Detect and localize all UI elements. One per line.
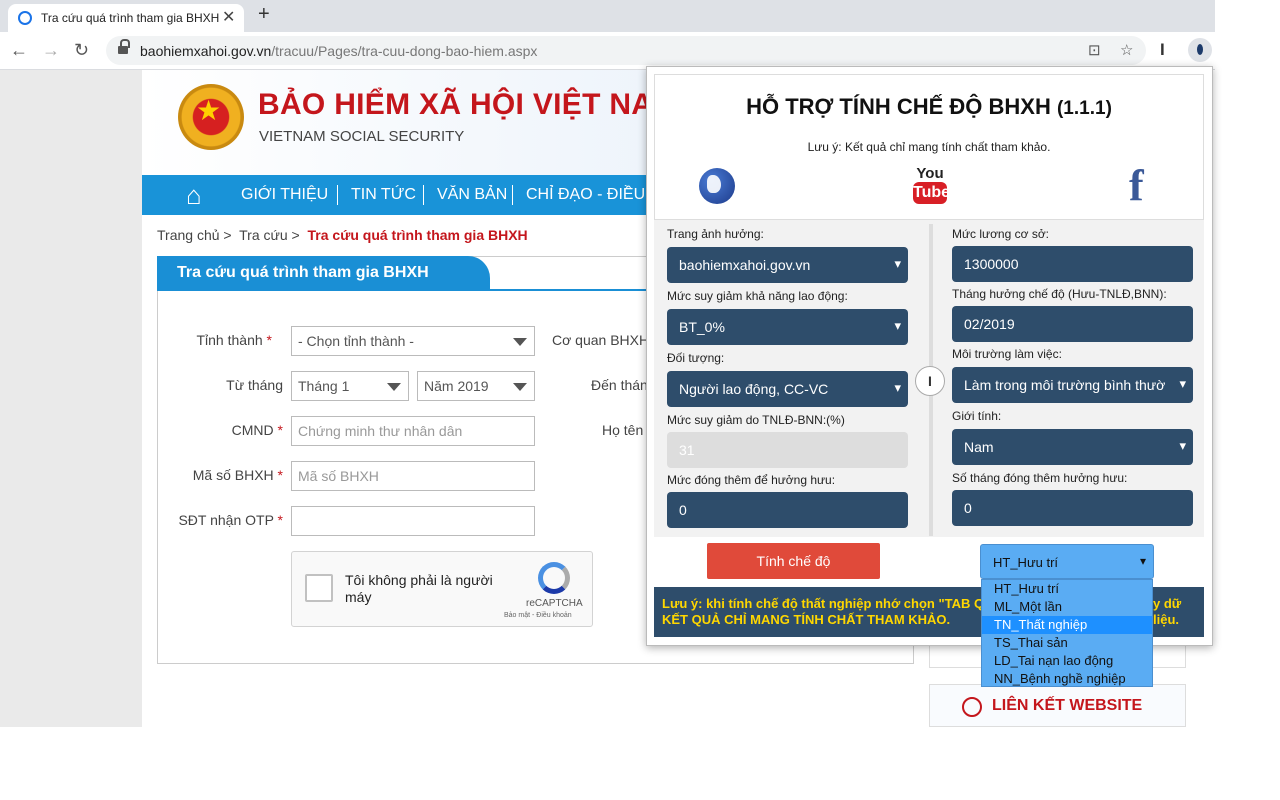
menu-separator (512, 185, 513, 205)
to-month-label: Đến thán (591, 377, 648, 393)
youtube-icon[interactable]: You Tube (913, 166, 950, 206)
captcha-checkbox[interactable] (305, 574, 333, 602)
field-label: Tháng hưởng chế độ (Hưu-TNLĐ,BNN): (952, 287, 1167, 301)
menu-item-chi-dao[interactable]: CHỈ ĐẠO - ĐIỀU H (526, 186, 661, 204)
new-tab-button[interactable]: + (258, 3, 270, 26)
site-subtitle: VIETNAM SOCIAL SECURITY (259, 128, 465, 145)
from-year-select[interactable]: Năm 2019 (417, 371, 535, 401)
home-icon[interactable]: ⌂ (186, 180, 202, 211)
name-label: Họ tên (602, 422, 644, 438)
menu-item-gioi-thieu[interactable]: GIỚI THIỆU (241, 186, 328, 204)
work-environment-select[interactable]: Làm trong môi trường bình thườ (952, 367, 1193, 403)
lock-icon[interactable] (118, 39, 130, 55)
url-path: /tracuu/Pages/tra-cuu-dong-bao-hiem.aspx (271, 43, 538, 59)
province-value: - Chọn tỉnh thành - (298, 333, 414, 349)
extension-profile-icon[interactable] (1188, 38, 1212, 62)
panel-title: Tra cứu quá trình tham gia BHXH (157, 256, 490, 290)
browser-tab[interactable]: Tra cứu quá trình tham gia BHXH ✕ (8, 4, 244, 32)
from-month-label: Từ tháng (226, 377, 283, 393)
field-label: Mức lương cơ sở: (952, 227, 1050, 241)
menu-separator (337, 185, 338, 205)
field-label: Trang ảnh hưởng: (667, 227, 764, 241)
captcha-text: Tôi không phải là người máy (345, 572, 493, 605)
bhxh-placeholder: Mã số BHXH (298, 468, 379, 484)
recaptcha-privacy[interactable]: Bảo mật - Điều khoản (504, 612, 572, 619)
translate-icon[interactable]: ⊡ (1088, 41, 1101, 59)
from-month-value: Tháng 1 (298, 378, 350, 394)
mode-option[interactable]: HT_Hưu trí (982, 580, 1152, 598)
facebook-icon[interactable]: f (1129, 164, 1144, 208)
mode-option[interactable]: ML_Một lần (982, 598, 1152, 616)
swap-icon[interactable]: I (915, 366, 945, 396)
province-label: Tỉnh thành * (196, 332, 272, 348)
popup-version: (1.1.1) (1056, 98, 1112, 119)
national-emblem-icon (178, 84, 244, 150)
site-title: BẢO HIỂM XÃ HỘI VIỆT NAM (258, 88, 679, 121)
mode-option-highlighted[interactable]: TN_Thất nghiệp (982, 616, 1152, 634)
menu-separator (423, 185, 424, 205)
popup-title: HỖ TRỢ TÍNH CHẾ ĐỘ BHXH (1.1.1) (746, 94, 1112, 119)
bhxh-input[interactable]: Mã số BHXH (291, 461, 535, 491)
field-label: Mức đóng thêm để hưởng hưu: (667, 473, 836, 487)
breadcrumb: Trang chủ > Tra cứu > Tra cứu quá trình … (157, 227, 528, 243)
reload-icon[interactable]: ↻ (74, 40, 89, 61)
extra-months-input[interactable]: 0 (952, 490, 1193, 526)
breadcrumb-current: Tra cứu quá trình tham gia BHXH (307, 227, 528, 243)
address-bar[interactable]: baohiemxahoi.gov.vn/tracuu/Pages/tra-cuu… (106, 36, 1146, 65)
bottom-note-line1: Lưu ý: khi tính chế độ thất nghiệp nhớ c… (662, 596, 1003, 611)
bottom-note-line1-end: y dữ liệu. (1153, 596, 1182, 627)
id-input[interactable]: Chứng minh thư nhân dân (291, 416, 535, 446)
calculate-button[interactable]: Tính chế độ (707, 543, 880, 579)
from-year-value: Năm 2019 (424, 378, 489, 394)
base-salary-input[interactable]: 1300000 (952, 246, 1193, 282)
globe-icon[interactable] (699, 168, 735, 204)
field-label: Mức suy giảm khả năng lao động: (667, 289, 848, 303)
field-label: Số tháng đóng thêm hưởng hưu: (952, 471, 1128, 485)
field-label: Môi trường làm việc: (952, 347, 1062, 361)
bookmark-star-icon[interactable]: ☆ (1120, 41, 1133, 59)
tab-title: Tra cứu quá trình tham gia BHXH (41, 11, 220, 25)
back-icon[interactable]: ← (10, 40, 28, 61)
popup-note: Lưu ý: Kết quả chỉ mang tính chất tham k… (807, 140, 1051, 154)
phone-input[interactable] (291, 506, 535, 536)
favicon-icon (18, 11, 32, 25)
field-label: Giới tính: (952, 409, 1002, 423)
phone-label: SĐT nhận OTP * (178, 512, 283, 528)
close-tab-icon[interactable]: ✕ (222, 7, 235, 27)
field-label: Mức suy giảm do TNLĐ-BNN:(%) (667, 413, 845, 427)
benefit-month-input[interactable]: 02/2019 (952, 306, 1193, 342)
link-chain-icon (962, 697, 982, 717)
bhxh-label: Mã số BHXH * (192, 467, 283, 483)
province-select[interactable]: - Chọn tỉnh thành - (291, 326, 535, 356)
breadcrumb-lookup[interactable]: Tra cứu > (239, 227, 300, 243)
capacity-loss-select[interactable]: BT_0% (667, 309, 908, 345)
forward-icon[interactable]: → (42, 40, 60, 61)
agency-label: Cơ quan BHXH (552, 332, 650, 348)
browser-toolbar: ← → ↻ baohiemxahoi.gov.vn/tracuu/Pages/t… (0, 32, 1215, 70)
affected-page-select[interactable]: baohiemxahoi.gov.vn (667, 247, 908, 283)
breadcrumb-home[interactable]: Trang chủ > (157, 227, 232, 243)
id-placeholder: Chứng minh thư nhân dân (298, 423, 463, 439)
menu-item-tin-tuc[interactable]: TIN TỨC (351, 186, 416, 204)
extra-contribution-input[interactable]: 0 (667, 492, 908, 528)
url-host: baohiemxahoi.gov.vn (140, 43, 272, 59)
mode-dropdown-list: HT_Hưu trí ML_Một lần TN_Thất nghiệp TS_… (981, 579, 1153, 687)
from-month-select[interactable]: Tháng 1 (291, 371, 409, 401)
recaptcha-brand: reCAPTCHA (526, 598, 583, 609)
mode-option[interactable]: TS_Thai sản (982, 634, 1152, 652)
mode-option[interactable]: NN_Bệnh nghề nghiệp (982, 670, 1152, 688)
subject-select[interactable]: Người lao động, CC-VC (667, 371, 908, 407)
field-label: Đối tượng: (667, 351, 725, 365)
mode-select[interactable]: HT_Hưu trí (980, 544, 1154, 579)
menu-item-van-ban[interactable]: VĂN BẢN (437, 186, 507, 204)
recaptcha-logo-icon (538, 562, 570, 594)
gender-select[interactable]: Nam (952, 429, 1193, 465)
id-label: CMND * (231, 422, 283, 438)
extension-cursor-icon[interactable]: I (1160, 40, 1165, 60)
links-title: LIÊN KẾT WEBSITE (992, 697, 1143, 714)
recaptcha-widget: Tôi không phải là người máy reCAPTCHA Bả… (291, 551, 593, 627)
url-text[interactable]: baohiemxahoi.gov.vn/tracuu/Pages/tra-cuu… (140, 43, 537, 59)
injury-loss-input: 31 (667, 432, 908, 468)
mode-option[interactable]: LD_Tai nạn lao động (982, 652, 1152, 670)
